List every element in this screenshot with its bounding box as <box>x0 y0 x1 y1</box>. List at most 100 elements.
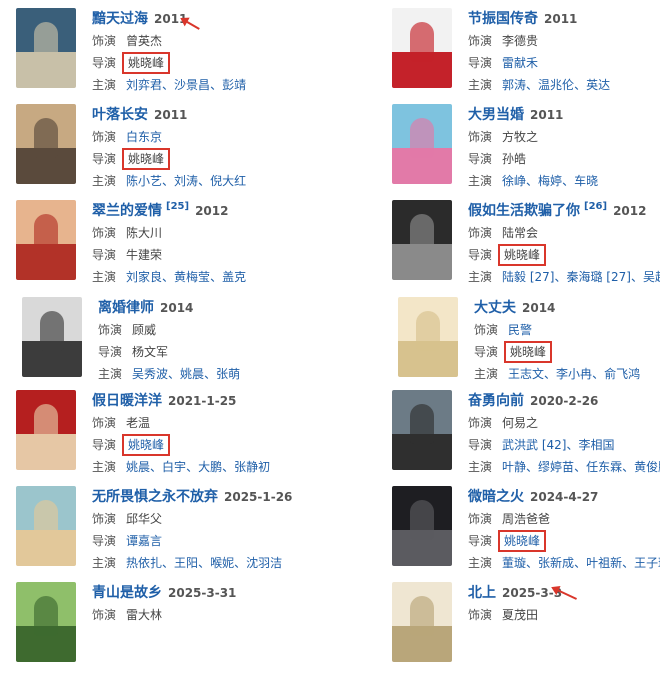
drama-year: 2014 <box>522 301 556 315</box>
drama-entry: 微暗之火2024-4-27饰演周浩爸爸导演姚晓峰主演董璇、张新成、叶祖新、王子璇 <box>392 486 660 578</box>
drama-title[interactable]: 大丈夫 <box>474 300 516 316</box>
actor-link[interactable]: 叶静 <box>502 460 526 474</box>
starring-label: 主演 <box>92 460 117 474</box>
poster-image[interactable] <box>16 200 76 280</box>
actor-link[interactable]: 刘涛 <box>174 174 198 188</box>
poster-image[interactable] <box>16 104 76 184</box>
actor-link[interactable]: 英达 <box>586 78 610 92</box>
poster-image[interactable] <box>392 104 452 184</box>
drama-title[interactable]: 节振国传奇 <box>468 11 538 27</box>
actor-link[interactable]: 倪大红 <box>210 174 246 188</box>
actor-link[interactable]: 车晓 <box>574 174 598 188</box>
role-name[interactable]: 民警 <box>508 323 532 337</box>
director-name[interactable]: 武洪武 [42] <box>502 438 566 452</box>
actor-link[interactable]: 郭涛 <box>502 78 526 92</box>
poster-image[interactable] <box>22 297 82 377</box>
citation-ref[interactable]: [26] <box>584 201 607 212</box>
actor-link[interactable]: 俞飞鸿 <box>604 367 640 381</box>
poster-image[interactable] <box>398 297 458 377</box>
director-name[interactable]: 谭嘉言 <box>126 534 162 548</box>
role-name: 顾威 <box>132 323 157 337</box>
poster-image[interactable] <box>16 486 76 566</box>
role-name: 李德贵 <box>502 34 539 48</box>
actor-link[interactable]: 沈羽洁 <box>246 556 282 570</box>
drama-title[interactable]: 叶落长安 <box>92 107 148 123</box>
drama-title[interactable]: 黯天过海 <box>92 11 148 27</box>
citation-ref[interactable]: [25] <box>166 201 189 212</box>
poster-image[interactable] <box>392 486 452 566</box>
director-name: 孙皓 <box>502 152 527 166</box>
drama-title[interactable]: 北上 <box>468 585 496 601</box>
role-name: 陆常会 <box>502 226 539 240</box>
poster-image[interactable] <box>16 582 76 662</box>
director-label: 导演 <box>98 345 123 359</box>
role-name[interactable]: 白东京 <box>126 130 162 144</box>
actor-link[interactable]: 沙景昌 <box>174 78 210 92</box>
director-name[interactable]: 李相国 <box>578 438 614 452</box>
actor-link[interactable]: 陆毅 [27] <box>502 270 554 284</box>
director-label: 导演 <box>92 534 117 548</box>
actor-link[interactable]: 吴秀波 <box>132 367 168 381</box>
drama-title[interactable]: 青山是故乡 <box>92 585 162 601</box>
actor-link[interactable]: 黄梅莹 <box>174 270 210 284</box>
starring-label: 主演 <box>468 174 493 188</box>
actor-link[interactable]: 王志文 <box>508 367 544 381</box>
actor-link[interactable]: 温兆伦 <box>538 78 574 92</box>
actor-link[interactable]: 白宇 <box>162 460 186 474</box>
director-label: 导演 <box>92 152 117 166</box>
director-name[interactable]: 姚晓峰 <box>498 530 547 552</box>
drama-title[interactable]: 大男当婚 <box>468 107 524 123</box>
drama-title[interactable]: 微暗之火 <box>468 489 524 505</box>
actor-link[interactable]: 刘弈君 <box>126 78 162 92</box>
starring-label: 主演 <box>468 556 493 570</box>
actor-link[interactable]: 梅婷 <box>538 174 562 188</box>
cast-label: 饰演 <box>92 416 117 430</box>
actor-link[interactable]: 姚晨 <box>126 460 150 474</box>
drama-year: 2012 <box>613 204 647 218</box>
actor-link[interactable]: 缪婷苗 <box>538 460 574 474</box>
actor-link[interactable]: 刘家良 <box>126 270 162 284</box>
poster-image[interactable] <box>16 8 76 88</box>
actor-link[interactable]: 秦海璐 [27] <box>566 270 630 284</box>
actor-link[interactable]: 李小冉 <box>556 367 592 381</box>
poster-image[interactable] <box>392 582 452 662</box>
drama-title[interactable]: 无所畏惧之永不放弃 <box>92 489 218 505</box>
actor-link[interactable]: 董璇 <box>502 556 526 570</box>
actor-link[interactable]: 彭靖 <box>222 78 246 92</box>
actor-link[interactable]: 姚晨 <box>180 367 204 381</box>
drama-title[interactable]: 奋勇向前 <box>468 393 524 409</box>
cast-label: 饰演 <box>92 226 117 240</box>
poster-image[interactable] <box>392 200 452 280</box>
actor-link[interactable]: 喉妮 <box>210 556 234 570</box>
actor-link[interactable]: 热依扎 <box>126 556 162 570</box>
drama-title[interactable]: 假如生活欺骗了你 <box>468 203 580 219</box>
drama-title[interactable]: 假日暖洋洋 <box>92 393 162 409</box>
actor-link[interactable]: 陈小艺 <box>126 174 162 188</box>
drama-entry: 奋勇向前 2020-2-26 饰演 何易之 导演 武洪武 [42]、李相国 主演 叶静、缪婷苗… <box>392 390 660 482</box>
director-name[interactable]: 雷献禾 <box>502 56 538 70</box>
poster-image[interactable] <box>16 390 76 470</box>
actor-link[interactable]: 王阳 <box>174 556 198 570</box>
actor-link[interactable]: 任东霖 <box>586 460 622 474</box>
actor-link[interactable]: 大鹏 <box>198 460 222 474</box>
starring-label: 主演 <box>468 270 493 284</box>
director-name[interactable]: 姚晓峰 <box>122 434 171 456</box>
poster-image[interactable] <box>392 390 452 470</box>
actor-link[interactable]: 徐峥 <box>502 174 526 188</box>
drama-entry: 黯天过海 2011 饰演 曾英杰 导演 姚晓峰 主演 刘弈君、沙景昌、彭靖 <box>16 8 326 100</box>
drama-title[interactable]: 翠兰的爱情 <box>92 203 162 219</box>
actor-link[interactable]: 张新成 <box>538 556 574 570</box>
director-name: 牛建荣 <box>126 248 163 262</box>
actor-link[interactable]: 王子璇 <box>634 556 660 570</box>
poster-image[interactable] <box>392 8 452 88</box>
role-name: 周浩爸爸 <box>502 512 551 526</box>
actor-link[interactable]: 张静初 <box>234 460 270 474</box>
drama-entry: 翠兰的爱情 [25] 2012 饰演 陈大川 导演 牛建荣 主演 刘家良、黄梅莹、盖克 <box>16 200 326 292</box>
actor-link[interactable]: 盖克 <box>222 270 246 284</box>
actor-link[interactable]: 叶祖新 <box>586 556 622 570</box>
actor-link[interactable]: 吴越 <box>643 270 660 284</box>
drama-title[interactable]: 离婚律师 <box>98 300 154 316</box>
cast-label: 饰演 <box>92 34 117 48</box>
actor-link[interactable]: 张萌 <box>216 367 240 381</box>
actor-link[interactable]: 黄俊鹏 <box>634 460 660 474</box>
